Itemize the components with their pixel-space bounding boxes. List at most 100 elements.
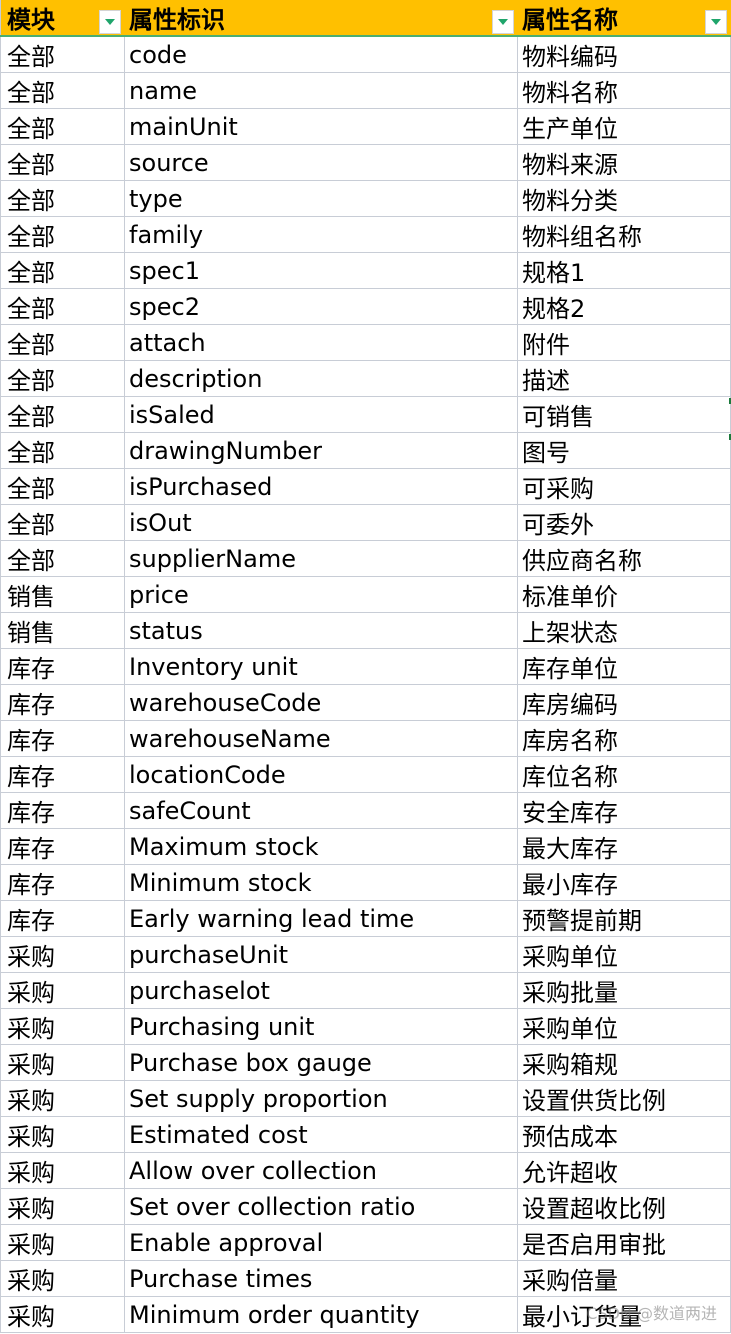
attr-name-cell[interactable]: 图号 <box>518 433 731 468</box>
attr-id-cell[interactable]: family <box>125 217 518 252</box>
attr-id-cell[interactable]: Inventory unit <box>125 649 518 684</box>
attr-id-cell[interactable]: Purchase box gauge <box>125 1045 518 1080</box>
attr-id-cell[interactable]: purchaseUnit <box>125 937 518 972</box>
module-cell[interactable]: 采购 <box>0 973 125 1008</box>
attr-name-cell[interactable]: 物料分类 <box>518 181 731 216</box>
attr-name-cell[interactable]: 采购单位 <box>518 1009 731 1044</box>
attr-id-cell[interactable]: status <box>125 613 518 648</box>
attr-name-cell[interactable]: 采购箱规 <box>518 1045 731 1080</box>
module-cell[interactable]: 全部 <box>0 109 125 144</box>
header-cell-attr-name[interactable]: 属性名称 <box>518 0 731 35</box>
attr-name-cell[interactable]: 物料编码 <box>518 37 731 72</box>
module-cell[interactable]: 全部 <box>0 541 125 576</box>
attr-name-cell[interactable]: 采购批量 <box>518 973 731 1008</box>
module-cell[interactable]: 全部 <box>0 37 125 72</box>
attr-id-cell[interactable]: drawingNumber <box>125 433 518 468</box>
module-cell[interactable]: 全部 <box>0 253 125 288</box>
attr-name-cell[interactable]: 库存单位 <box>518 649 731 684</box>
attr-id-cell[interactable]: name <box>125 73 518 108</box>
attr-id-cell[interactable]: Estimated cost <box>125 1117 518 1152</box>
attr-id-cell[interactable]: isPurchased <box>125 469 518 504</box>
attr-id-cell[interactable]: safeCount <box>125 793 518 828</box>
module-cell[interactable]: 全部 <box>0 433 125 468</box>
module-cell[interactable]: 全部 <box>0 73 125 108</box>
attr-name-cell[interactable]: 物料来源 <box>518 145 731 180</box>
module-cell[interactable]: 全部 <box>0 145 125 180</box>
filter-dropdown-icon[interactable] <box>492 10 514 34</box>
attr-id-cell[interactable]: code <box>125 37 518 72</box>
attr-name-cell[interactable]: 预警提前期 <box>518 901 731 936</box>
attr-name-cell[interactable]: 标准单价 <box>518 577 731 612</box>
attr-name-cell[interactable]: 设置供货比例 <box>518 1081 731 1116</box>
module-cell[interactable]: 销售 <box>0 577 125 612</box>
module-cell[interactable]: 采购 <box>0 1225 125 1260</box>
attr-name-cell[interactable]: 物料名称 <box>518 73 731 108</box>
module-cell[interactable]: 库存 <box>0 649 125 684</box>
attr-name-cell[interactable]: 是否启用审批 <box>518 1225 731 1260</box>
attr-id-cell[interactable]: Set supply proportion <box>125 1081 518 1116</box>
attr-id-cell[interactable]: locationCode <box>125 757 518 792</box>
attr-id-cell[interactable]: spec2 <box>125 289 518 324</box>
attr-id-cell[interactable]: spec1 <box>125 253 518 288</box>
attr-id-cell[interactable]: isOut <box>125 505 518 540</box>
module-cell[interactable]: 采购 <box>0 937 125 972</box>
module-cell[interactable]: 销售 <box>0 613 125 648</box>
module-cell[interactable]: 全部 <box>0 181 125 216</box>
module-cell[interactable]: 全部 <box>0 469 125 504</box>
attr-id-cell[interactable]: Early warning lead time <box>125 901 518 936</box>
module-cell[interactable]: 采购 <box>0 1117 125 1152</box>
header-cell-attr-id[interactable]: 属性标识 <box>125 0 518 35</box>
module-cell[interactable]: 库存 <box>0 757 125 792</box>
header-cell-module[interactable]: 模块 <box>0 0 125 35</box>
module-cell[interactable]: 库存 <box>0 685 125 720</box>
attr-name-cell[interactable]: 采购单位 <box>518 937 731 972</box>
attr-name-cell[interactable]: 最大库存 <box>518 829 731 864</box>
module-cell[interactable]: 全部 <box>0 325 125 360</box>
attr-name-cell[interactable]: 设置超收比例 <box>518 1189 731 1224</box>
attr-id-cell[interactable]: supplierName <box>125 541 518 576</box>
module-cell[interactable]: 全部 <box>0 397 125 432</box>
module-cell[interactable]: 采购 <box>0 1009 125 1044</box>
module-cell[interactable]: 采购 <box>0 1153 125 1188</box>
module-cell[interactable]: 采购 <box>0 1297 125 1332</box>
module-cell[interactable]: 全部 <box>0 361 125 396</box>
attr-name-cell[interactable]: 规格1 <box>518 253 731 288</box>
module-cell[interactable]: 采购 <box>0 1045 125 1080</box>
attr-id-cell[interactable]: source <box>125 145 518 180</box>
attr-name-cell[interactable]: 供应商名称 <box>518 541 731 576</box>
attr-id-cell[interactable]: Enable approval <box>125 1225 518 1260</box>
attr-name-cell[interactable]: 生产单位 <box>518 109 731 144</box>
attr-id-cell[interactable]: Minimum order quantity <box>125 1297 518 1332</box>
module-cell[interactable]: 全部 <box>0 505 125 540</box>
attr-name-cell[interactable]: 库房名称 <box>518 721 731 756</box>
attr-id-cell[interactable]: Purchase times <box>125 1261 518 1296</box>
attr-name-cell[interactable]: 安全库存 <box>518 793 731 828</box>
attr-name-cell[interactable]: 预估成本 <box>518 1117 731 1152</box>
module-cell[interactable]: 库存 <box>0 901 125 936</box>
attr-id-cell[interactable]: warehouseName <box>125 721 518 756</box>
attr-id-cell[interactable]: mainUnit <box>125 109 518 144</box>
attr-id-cell[interactable]: Allow over collection <box>125 1153 518 1188</box>
attr-id-cell[interactable]: type <box>125 181 518 216</box>
attr-id-cell[interactable]: Maximum stock <box>125 829 518 864</box>
attr-name-cell[interactable]: 可委外 <box>518 505 731 540</box>
attr-id-cell[interactable]: isSaled <box>125 397 518 432</box>
attr-id-cell[interactable]: Minimum stock <box>125 865 518 900</box>
attr-name-cell[interactable]: 允许超收 <box>518 1153 731 1188</box>
attr-name-cell[interactable]: 可销售 <box>518 397 731 432</box>
module-cell[interactable]: 采购 <box>0 1261 125 1296</box>
filter-dropdown-icon[interactable] <box>705 10 727 34</box>
module-cell[interactable]: 全部 <box>0 217 125 252</box>
attr-name-cell[interactable]: 库位名称 <box>518 757 731 792</box>
attr-name-cell[interactable]: 描述 <box>518 361 731 396</box>
module-cell[interactable]: 采购 <box>0 1081 125 1116</box>
attr-name-cell[interactable]: 可采购 <box>518 469 731 504</box>
attr-id-cell[interactable]: warehouseCode <box>125 685 518 720</box>
attr-id-cell[interactable]: Set over collection ratio <box>125 1189 518 1224</box>
attr-id-cell[interactable]: attach <box>125 325 518 360</box>
attr-name-cell[interactable]: 库房编码 <box>518 685 731 720</box>
filter-dropdown-icon[interactable] <box>99 10 121 34</box>
attr-id-cell[interactable]: Purchasing unit <box>125 1009 518 1044</box>
attr-name-cell[interactable]: 最小库存 <box>518 865 731 900</box>
attr-id-cell[interactable]: price <box>125 577 518 612</box>
